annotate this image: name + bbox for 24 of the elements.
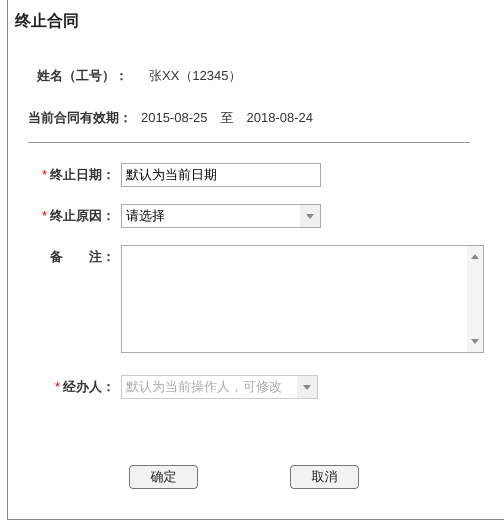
confirm-button[interactable]: 确定 [129, 465, 198, 489]
dialog-title: 终止合同 [15, 12, 80, 32]
required-mark: * [54, 378, 60, 396]
caret-icon [306, 214, 314, 218]
field-label: 终止日期： [50, 166, 115, 184]
field-label: 备 注： [50, 248, 115, 266]
info-label: 当前合同有效期： [28, 108, 132, 126]
info-label: 姓名（工号）： [37, 67, 129, 85]
info-value: 2018-08-24 [246, 108, 313, 126]
field-label: 终止原因： [50, 207, 115, 226]
field-label: 经办人： [63, 378, 115, 396]
scrollbar[interactable] [467, 246, 483, 352]
reason-select[interactable]: 请选择 [121, 204, 321, 228]
cancel-button[interactable]: 取消 [290, 465, 359, 489]
date-field[interactable]: 默认为当前日期 [121, 163, 321, 187]
caret-icon [303, 384, 311, 390]
caret-icon [471, 339, 479, 344]
info-value: 张XX（12345） [149, 67, 242, 85]
required-mark: * [42, 207, 47, 226]
up-arrow-icon [471, 254, 479, 259]
required-mark: * [42, 166, 47, 184]
info-separator: 至 [220, 108, 234, 126]
info-value: 2015-08-25 [141, 108, 208, 126]
notes-field[interactable] [121, 245, 484, 353]
